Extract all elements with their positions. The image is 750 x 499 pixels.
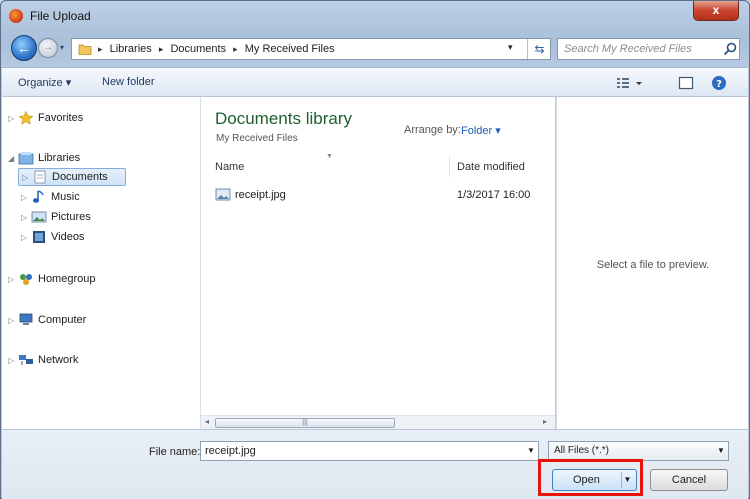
app-icon bbox=[9, 9, 23, 23]
folder-icon bbox=[78, 44, 92, 55]
breadcrumb: ▸ Libraries ▸ Documents ▸ My Received Fi… bbox=[98, 43, 335, 55]
file-type-value: All Files (*.*) bbox=[554, 445, 610, 456]
pictures-icon bbox=[31, 211, 47, 223]
svg-text:?: ? bbox=[716, 79, 722, 90]
preview-pane-icon[interactable] bbox=[678, 75, 694, 91]
address-dropdown-icon[interactable]: ▾ bbox=[508, 42, 513, 53]
nav-item-documents[interactable]: ▷ Documents bbox=[18, 168, 126, 186]
file-name: receipt.jpg bbox=[235, 189, 286, 201]
nav-item-homegroup[interactable]: ▷ Homegroup bbox=[8, 270, 95, 288]
file-date-modified: 1/3/2017 16:00 bbox=[457, 189, 531, 201]
nav-item-music[interactable]: ▷ Music bbox=[21, 188, 80, 206]
file-row-receipt[interactable]: receipt.jpg 1/3/2017 16:00 bbox=[215, 186, 545, 206]
network-icon bbox=[19, 355, 33, 365]
refresh-icon[interactable]: ⇆ bbox=[527, 39, 551, 59]
arrange-by-dropdown[interactable]: Folder ▾ bbox=[461, 124, 501, 137]
back-arrow-icon[interactable]: ← bbox=[11, 35, 37, 61]
address-bar[interactable]: ▸ Libraries ▸ Documents ▸ My Received Fi… bbox=[71, 38, 551, 60]
column-divider[interactable] bbox=[449, 155, 450, 177]
sort-indicator-icon: ▼ bbox=[326, 153, 333, 160]
nav-item-favorites[interactable]: ▷ Favorites bbox=[8, 109, 83, 127]
nav-item-computer[interactable]: ▷ Computer bbox=[8, 311, 86, 329]
library-subtitle: My Received Files bbox=[216, 133, 298, 144]
preview-pane: Select a file to preview. bbox=[556, 97, 748, 429]
forward-arrow-icon[interactable]: → bbox=[38, 38, 58, 58]
file-upload-dialog: File Upload x ← → ▾ ▸ Libraries ▸ Docume… bbox=[0, 0, 750, 499]
search-icon[interactable] bbox=[722, 41, 738, 57]
chevron-down-icon[interactable]: ▼ bbox=[717, 446, 725, 455]
close-button[interactable]: x bbox=[693, 1, 739, 21]
new-folder-button[interactable]: New folder bbox=[102, 76, 155, 88]
file-list-pane: Documents library My Received Files Arra… bbox=[201, 97, 555, 415]
library-title: Documents library bbox=[215, 109, 352, 128]
chevron-down-icon[interactable]: ▼ bbox=[527, 446, 535, 455]
organize-button[interactable]: Organize ▾ bbox=[18, 76, 71, 89]
videos-icon bbox=[33, 231, 45, 243]
breadcrumb-libraries[interactable]: Libraries bbox=[110, 43, 152, 55]
file-name-label: File name: bbox=[149, 446, 201, 458]
recent-pages-dropdown[interactable]: ▾ bbox=[60, 43, 64, 52]
cancel-button[interactable]: Cancel bbox=[650, 469, 728, 491]
column-header-date-modified[interactable]: Date modified bbox=[457, 161, 525, 173]
column-header-name[interactable]: Name bbox=[215, 161, 244, 173]
image-file-icon bbox=[215, 188, 231, 201]
highlight-annotation bbox=[538, 459, 643, 496]
breadcrumb-my-received-files[interactable]: My Received Files bbox=[245, 43, 335, 55]
file-name-input[interactable]: receipt.jpg ▼ bbox=[200, 441, 539, 461]
homegroup-icon bbox=[20, 274, 32, 285]
help-icon[interactable]: ? bbox=[711, 75, 727, 91]
library-icon bbox=[18, 152, 34, 165]
horizontal-scrollbar[interactable]: ◂ ||| ▸ bbox=[201, 415, 555, 429]
star-icon bbox=[18, 111, 34, 125]
window-title: File Upload bbox=[30, 9, 91, 23]
nav-item-pictures[interactable]: ▷ Pictures bbox=[21, 208, 91, 226]
scroll-right-icon[interactable]: ▸ bbox=[543, 417, 547, 426]
document-icon bbox=[34, 170, 46, 184]
file-name-value: receipt.jpg bbox=[205, 445, 256, 457]
preview-placeholder: Select a file to preview. bbox=[596, 259, 710, 271]
search-input[interactable]: Search My Received Files bbox=[557, 38, 740, 60]
scrollbar-thumb[interactable]: ||| bbox=[215, 418, 395, 428]
computer-icon bbox=[19, 313, 33, 325]
command-toolbar: Organize ▾ New folder ? bbox=[2, 67, 748, 97]
file-type-select[interactable]: All Files (*.*) ▼ bbox=[548, 441, 729, 461]
arrange-by-label: Arrange by: bbox=[404, 124, 461, 136]
navigation-pane: ▷ Favorites ◢ Libraries ▷ Documents ▷ Mu… bbox=[2, 97, 201, 429]
nav-item-libraries[interactable]: ◢ Libraries bbox=[8, 149, 80, 167]
nav-item-network[interactable]: ▷ Network bbox=[8, 351, 78, 369]
search-placeholder: Search My Received Files bbox=[564, 43, 692, 55]
scroll-left-icon[interactable]: ◂ bbox=[205, 417, 209, 426]
title-bar[interactable]: File Upload x bbox=[1, 1, 749, 31]
music-icon bbox=[33, 190, 44, 203]
view-options-icon[interactable] bbox=[616, 75, 644, 91]
breadcrumb-documents[interactable]: Documents bbox=[170, 43, 226, 55]
nav-item-videos[interactable]: ▷ Videos bbox=[21, 228, 84, 246]
